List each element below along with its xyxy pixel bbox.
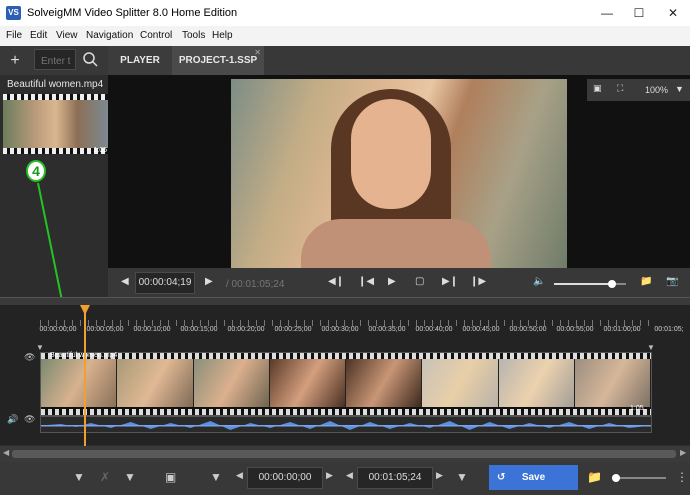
frame-thumb (574, 359, 651, 407)
frame-thumb (498, 359, 575, 407)
prev-fragment-icon[interactable]: ◀❙ (328, 276, 344, 287)
zoom-dropdown-icon[interactable]: ▼ (675, 84, 684, 94)
video-track-duration: 1:05 (630, 405, 644, 412)
next-frame-icon[interactable]: ▶❙ (442, 276, 458, 287)
ruler-tick-label: 00:00:15;00 (180, 326, 218, 333)
ruler-tick-label: 00:00:35;00 (368, 326, 406, 333)
audio-waveform (41, 421, 651, 430)
next-fragment-icon[interactable]: ❙▶ (470, 276, 486, 287)
start-time-field[interactable]: 00:00:00;00 (247, 467, 323, 489)
panel-splitter[interactable] (0, 297, 690, 305)
frame-thumb (193, 359, 270, 407)
scroll-right-icon[interactable]: ▶ (680, 448, 686, 457)
total-time: / 00:01:05;24 (226, 279, 285, 290)
fullscreen-icon[interactable]: ⛶ (617, 83, 623, 94)
ruler-tick-label: 00:00:20;00 (227, 326, 265, 333)
audio-volume-icon[interactable]: 🔊 (7, 414, 18, 425)
frame-thumb (422, 359, 499, 407)
end-time-forward-icon[interactable]: ▶ (436, 470, 443, 481)
time-forward-icon[interactable]: ▶ (205, 276, 213, 287)
app-window: VS SolveigMM Video Splitter 8.0 Home Edi… (0, 0, 690, 495)
video-visibility-eye-icon[interactable]: 👁 (24, 352, 35, 363)
ruler-tick-label: 00:00:10;00 (133, 326, 171, 333)
cut-marker-icon[interactable]: ▼ (124, 470, 136, 484)
volume-fill (554, 283, 612, 285)
audio-visibility-eye-icon[interactable]: 👁 (24, 414, 35, 425)
play-icon[interactable]: ▶ (388, 276, 396, 287)
ruler-tick-label: 00:00:45;00 (462, 326, 500, 333)
current-time-field[interactable]: 00:00:04;19 (135, 272, 195, 294)
video-frame (231, 79, 567, 269)
timeline-scrollbar[interactable]: ◀ ▶ (0, 446, 690, 462)
snapshot-icon[interactable]: 📷 (666, 276, 678, 287)
ruler-tick-label: 00:00:30;00 (321, 326, 359, 333)
frame-thumb (117, 359, 194, 407)
end-time-field[interactable]: 00:01:05;24 (357, 467, 433, 489)
volume-icon[interactable]: 🔈 (533, 276, 545, 287)
save-icon: ↺ (497, 472, 506, 483)
time-back-icon[interactable]: ◀ (121, 276, 129, 287)
stop-icon[interactable]: ▢ (415, 276, 424, 287)
audio-track[interactable] (40, 416, 652, 433)
time-ruler[interactable]: 00:00:00;00 00:00:05;00 00:00:10;00 00:00:1… (0, 318, 690, 340)
scroll-left-icon[interactable]: ◀ (3, 448, 9, 457)
ruler-tick-label: 00:00:25;00 (274, 326, 312, 333)
volume-handle[interactable] (607, 280, 616, 288)
volume-slider[interactable] (554, 280, 626, 288)
crop-icon[interactable]: ▣ (593, 83, 602, 94)
marker-in-icon[interactable]: ▼ (210, 470, 222, 484)
playhead-line[interactable] (84, 306, 87, 446)
playhead-handle[interactable] (80, 305, 91, 315)
marker-out-icon[interactable]: ▼ (456, 470, 468, 484)
video-subject-face (351, 99, 431, 209)
zoom-level[interactable]: 100% (645, 85, 668, 95)
end-marker-icon[interactable]: ▼ (647, 343, 655, 352)
video-subject-dress (301, 219, 491, 269)
video-track-strip-bottom (41, 409, 651, 415)
timeline-zoom-handle[interactable] (612, 474, 620, 482)
more-options-icon[interactable]: ⋮ (676, 470, 688, 484)
start-time-forward-icon[interactable]: ▶ (326, 470, 333, 481)
end-time-back-icon[interactable]: ◀ (346, 470, 353, 481)
ruler-tick-label: 00:00:00;00 (39, 326, 77, 333)
add-marker-icon[interactable]: ▼ (73, 470, 85, 484)
viewer-toolbar: ▣ ⛶ 100% ▼ (587, 79, 690, 101)
ruler-tick-label: 00:01:05; (654, 326, 684, 333)
frame-thumb (346, 359, 423, 407)
folder-icon[interactable]: 📁 (640, 276, 652, 287)
frame-thumb (269, 359, 346, 407)
start-marker-icon[interactable]: ▼ (36, 343, 44, 352)
mute-fragment-icon[interactable]: ▣ (165, 470, 176, 484)
ruler-tick-label: 00:00:50;00 (509, 326, 547, 333)
prev-frame-icon[interactable]: ❙◀ (358, 276, 374, 287)
video-track-frames (41, 359, 651, 407)
ruler-tick-label: 00:01:00;00 (603, 326, 641, 333)
timeline-zoom-slider[interactable] (612, 474, 666, 482)
delete-marker-icon: ✗ (100, 470, 111, 484)
ruler-tick-label: 00:00:05;00 (86, 326, 124, 333)
start-time-back-icon[interactable]: ◀ (236, 470, 243, 481)
ruler-tick-label: 00:00:55;00 (556, 326, 594, 333)
output-folder-icon[interactable]: 📁 (587, 470, 602, 484)
save-button[interactable]: ↺ Save (489, 465, 578, 490)
scrollbar-thumb[interactable] (12, 450, 676, 458)
save-label: Save (521, 472, 546, 483)
video-track[interactable] (40, 352, 652, 416)
frame-thumb (41, 359, 118, 407)
ruler-tick-label: 00:00:40;00 (415, 326, 453, 333)
